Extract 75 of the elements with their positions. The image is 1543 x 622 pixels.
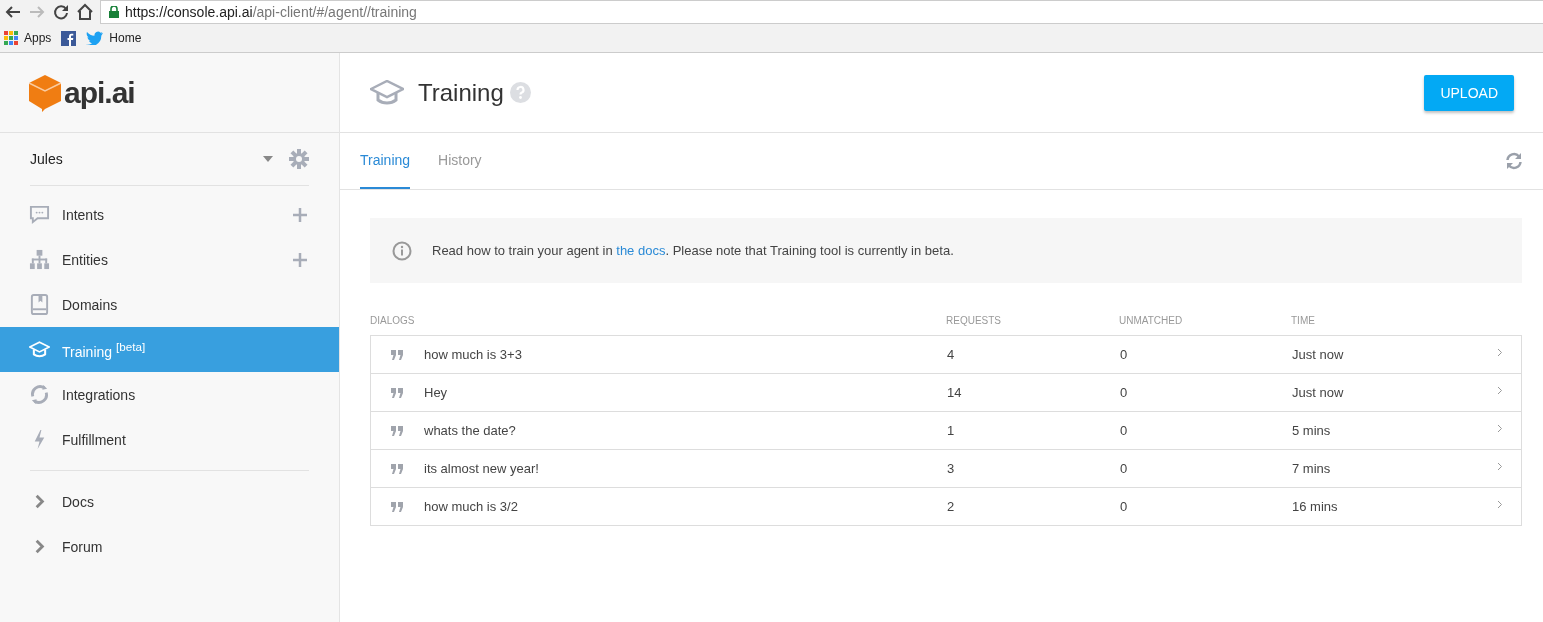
requests-count: 3 — [947, 461, 956, 476]
bookmark[interactable]: Apps — [4, 31, 52, 45]
bookmark[interactable] — [61, 30, 77, 46]
tab[interactable]: Training — [360, 133, 411, 189]
requests-count: 1 — [947, 423, 956, 438]
dialog-text: how much is 3/2 — [424, 499, 518, 514]
page-title: Training — [418, 78, 504, 107]
time-text: 5 mins — [1292, 423, 1332, 438]
sidebar-item[interactable]: Entities — [0, 237, 339, 282]
logo-text: api.ai — [64, 75, 135, 110]
column-header: REQUESTS — [946, 314, 1002, 326]
graduation-cap-icon — [29, 339, 50, 360]
time-text: 16 mins — [1292, 499, 1339, 514]
hierarchy-icon — [29, 249, 50, 270]
time-text: Just now — [1292, 347, 1345, 362]
time-text: Just now — [1292, 385, 1345, 400]
unmatched-count: 0 — [1120, 385, 1129, 400]
add-icon[interactable] — [293, 207, 307, 222]
dialog-text: its almost new year! — [424, 461, 539, 476]
info-icon — [392, 240, 412, 261]
apps-grid-icon — [4, 31, 18, 45]
quote-icon — [391, 349, 404, 360]
column-header: DIALOGS — [370, 314, 416, 326]
sidebar-link[interactable]: Forum — [0, 524, 339, 569]
chevron-right-icon — [1497, 499, 1503, 509]
time-text: 7 mins — [1292, 461, 1332, 476]
quote-icon — [391, 425, 404, 436]
requests-count: 14 — [947, 385, 963, 400]
quote-icon — [391, 501, 404, 512]
cube-logo-icon — [28, 73, 62, 112]
sync-icon — [29, 384, 50, 405]
graduation-cap-icon — [370, 79, 404, 106]
unmatched-count: 0 — [1120, 499, 1129, 514]
agent-name[interactable]: Jules — [30, 151, 263, 167]
bookmark[interactable]: Home — [86, 31, 142, 45]
chevron-right-icon — [1497, 423, 1503, 433]
quote-icon — [391, 463, 404, 474]
book-icon — [29, 294, 50, 315]
quote-icon — [391, 387, 404, 398]
column-header: TIME — [1291, 314, 1316, 326]
sidebar-item[interactable]: Domains — [0, 282, 339, 327]
refresh-icon[interactable] — [1505, 152, 1523, 170]
table-row[interactable]: how much is 3/2 2 0 16 mins — [371, 487, 1521, 525]
unmatched-count: 0 — [1120, 461, 1129, 476]
requests-count: 2 — [947, 499, 956, 514]
address-bar[interactable]: https://console.api.ai/api-client/#/agent//training — [100, 0, 1543, 24]
table-row[interactable]: its almost new year! 3 0 7 mins — [371, 449, 1521, 487]
chevron-right-icon — [1497, 461, 1503, 471]
dialog-text: Hey — [424, 385, 448, 400]
chat-icon — [29, 204, 50, 225]
table-row[interactable]: whats the date? 1 0 5 mins — [371, 411, 1521, 449]
sidebar-item[interactable]: Fulfillment — [0, 417, 339, 462]
bird-icon — [86, 31, 104, 45]
column-header: UNMATCHED — [1119, 314, 1184, 326]
sidebar-item[interactable]: Intents — [0, 192, 339, 237]
unmatched-count: 0 — [1120, 423, 1129, 438]
facebook-icon — [61, 30, 77, 46]
chevron-right-icon — [1497, 347, 1503, 357]
help-icon[interactable] — [509, 82, 531, 103]
table-row[interactable]: Hey 14 0 Just now — [371, 373, 1521, 411]
dropdown-caret-icon[interactable] — [263, 156, 273, 162]
table-row[interactable]: how much is 3+3 4 0 Just now — [371, 336, 1521, 373]
dialog-text: whats the date? — [424, 423, 516, 438]
lock-icon — [109, 6, 119, 18]
sidebar-item[interactable]: Integrations — [0, 372, 339, 417]
requests-count: 4 — [947, 347, 956, 362]
dialog-text: how much is 3+3 — [424, 347, 522, 362]
sidebar-link[interactable]: Docs — [0, 479, 339, 524]
add-icon[interactable] — [293, 252, 307, 267]
unmatched-count: 0 — [1120, 347, 1129, 362]
chevron-right-icon — [1497, 385, 1503, 395]
home-icon[interactable] — [76, 3, 94, 21]
reload-icon[interactable] — [52, 3, 70, 21]
info-text: Read how to train your agent in the docs. Please note that Training tool is currently in beta. — [432, 243, 954, 258]
settings-icon[interactable] — [289, 149, 309, 169]
